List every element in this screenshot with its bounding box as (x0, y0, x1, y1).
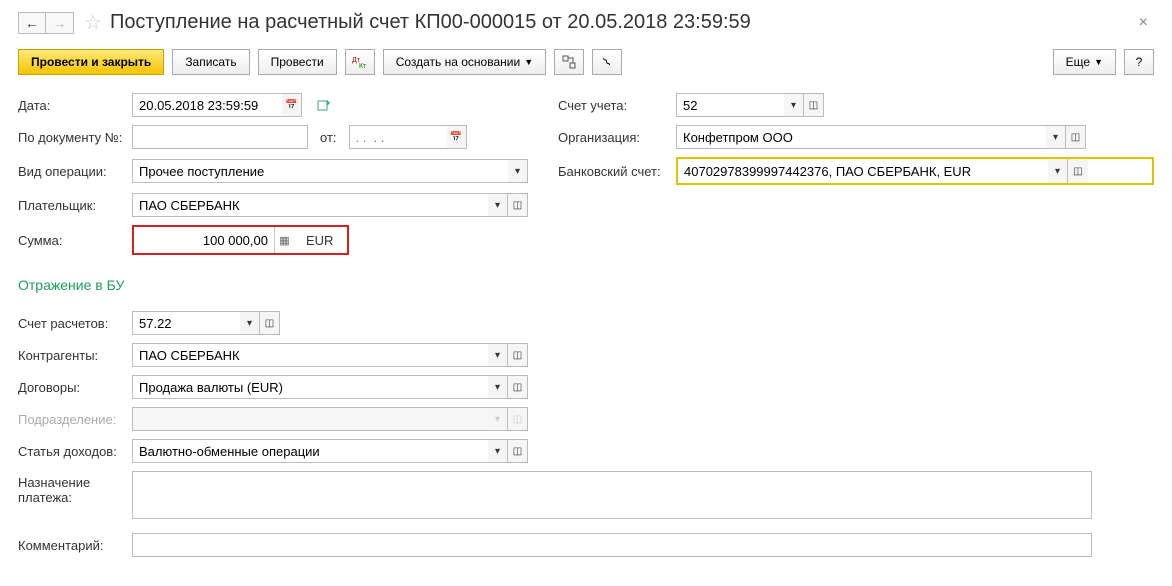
calculator-icon[interactable]: ▦ (274, 227, 294, 253)
from-label: от: (320, 130, 337, 145)
open-button[interactable]: ◫ (1066, 125, 1086, 149)
bank-account-input[interactable] (678, 159, 1048, 183)
bank-label: Банковский счет: (558, 164, 670, 179)
comment-input[interactable] (132, 533, 1092, 557)
nav-forward-button[interactable]: → (46, 12, 74, 34)
division-label: Подразделение: (18, 412, 126, 427)
open-button[interactable]: ◫ (508, 193, 528, 217)
dropdown-button: ▾ (488, 407, 508, 431)
docnum-label: По документу №: (18, 130, 126, 145)
account-label: Счет учета: (558, 98, 670, 113)
open-button[interactable]: ◫ (1068, 159, 1088, 183)
dropdown-button[interactable]: ▾ (488, 375, 508, 399)
contract-label: Договоры: (18, 380, 126, 395)
calendar-icon[interactable]: 📅 (447, 125, 467, 149)
income-input[interactable] (132, 439, 488, 463)
contragent-input[interactable] (132, 343, 488, 367)
section-title: Отражение в БУ (18, 277, 1154, 293)
save-button[interactable]: Записать (172, 49, 249, 75)
more-label: Еще (1066, 55, 1090, 69)
paperclip-icon: ⌇ (600, 55, 613, 69)
payer-label: Плательщик: (18, 198, 126, 213)
open-button: ◫ (508, 407, 528, 431)
sum-input[interactable] (134, 227, 274, 253)
division-input (132, 407, 488, 431)
dropdown-button[interactable]: ▾ (784, 93, 804, 117)
date-label: Дата: (18, 98, 126, 113)
favorite-star-icon[interactable]: ☆ (84, 10, 102, 35)
docnum-date-input[interactable] (349, 125, 447, 149)
comment-label: Комментарий: (18, 538, 126, 553)
sum-label: Сумма: (18, 233, 126, 248)
dt-kt-button[interactable]: ДтКт (345, 49, 375, 75)
dropdown-button[interactable]: ▾ (488, 439, 508, 463)
dropdown-button[interactable]: ▾ (508, 159, 528, 183)
contract-input[interactable] (132, 375, 488, 399)
settle-label: Счет расчетов: (18, 316, 126, 331)
more-button[interactable]: Еще ▼ (1053, 49, 1116, 75)
chevron-down-icon: ▼ (524, 57, 533, 67)
refresh-icon (317, 98, 331, 112)
optype-input[interactable] (132, 159, 508, 183)
open-button[interactable]: ◫ (508, 343, 528, 367)
optype-label: Вид операции: (18, 164, 126, 179)
dropdown-button[interactable]: ▾ (488, 343, 508, 367)
post-and-close-button[interactable]: Провести и закрыть (18, 49, 164, 75)
docnum-input[interactable] (132, 125, 308, 149)
page-title: Поступление на расчетный счет КП00-00001… (110, 11, 1133, 34)
org-input[interactable] (676, 125, 1046, 149)
open-button[interactable]: ◫ (804, 93, 824, 117)
attachment-button[interactable]: ⌇ (592, 49, 622, 75)
refresh-date-button[interactable] (314, 93, 334, 117)
account-input[interactable] (676, 93, 784, 117)
date-input[interactable] (132, 93, 282, 117)
close-button[interactable]: × (1133, 14, 1154, 32)
svg-text:Кт: Кт (359, 63, 367, 69)
dropdown-button[interactable]: ▾ (240, 311, 260, 335)
chevron-down-icon: ▼ (1094, 57, 1103, 67)
nav-back-button[interactable]: ← (18, 12, 46, 34)
post-button[interactable]: Провести (258, 49, 337, 75)
contragent-label: Контрагенты: (18, 348, 126, 363)
sum-currency: EUR (306, 233, 347, 248)
purpose-textarea[interactable] (132, 471, 1092, 519)
payer-input[interactable] (132, 193, 488, 217)
create-based-label: Создать на основании (396, 55, 521, 69)
calendar-icon[interactable]: 📅 (282, 93, 302, 117)
sum-field-highlight: ▦ EUR (132, 225, 349, 255)
dtkt-icon: ДтКт (352, 55, 368, 69)
structure-icon (562, 55, 576, 69)
purpose-label: Назначение платежа: (18, 471, 126, 505)
income-label: Статья доходов: (18, 444, 126, 459)
help-button[interactable]: ? (1124, 49, 1154, 75)
dropdown-button[interactable]: ▾ (488, 193, 508, 217)
create-based-on-button[interactable]: Создать на основании ▼ (383, 49, 546, 75)
open-button[interactable]: ◫ (508, 375, 528, 399)
open-button[interactable]: ◫ (508, 439, 528, 463)
open-button[interactable]: ◫ (260, 311, 280, 335)
settle-input[interactable] (132, 311, 240, 335)
structure-button[interactable] (554, 49, 584, 75)
org-label: Организация: (558, 130, 670, 145)
dropdown-button[interactable]: ▾ (1048, 159, 1068, 183)
dropdown-button[interactable]: ▾ (1046, 125, 1066, 149)
